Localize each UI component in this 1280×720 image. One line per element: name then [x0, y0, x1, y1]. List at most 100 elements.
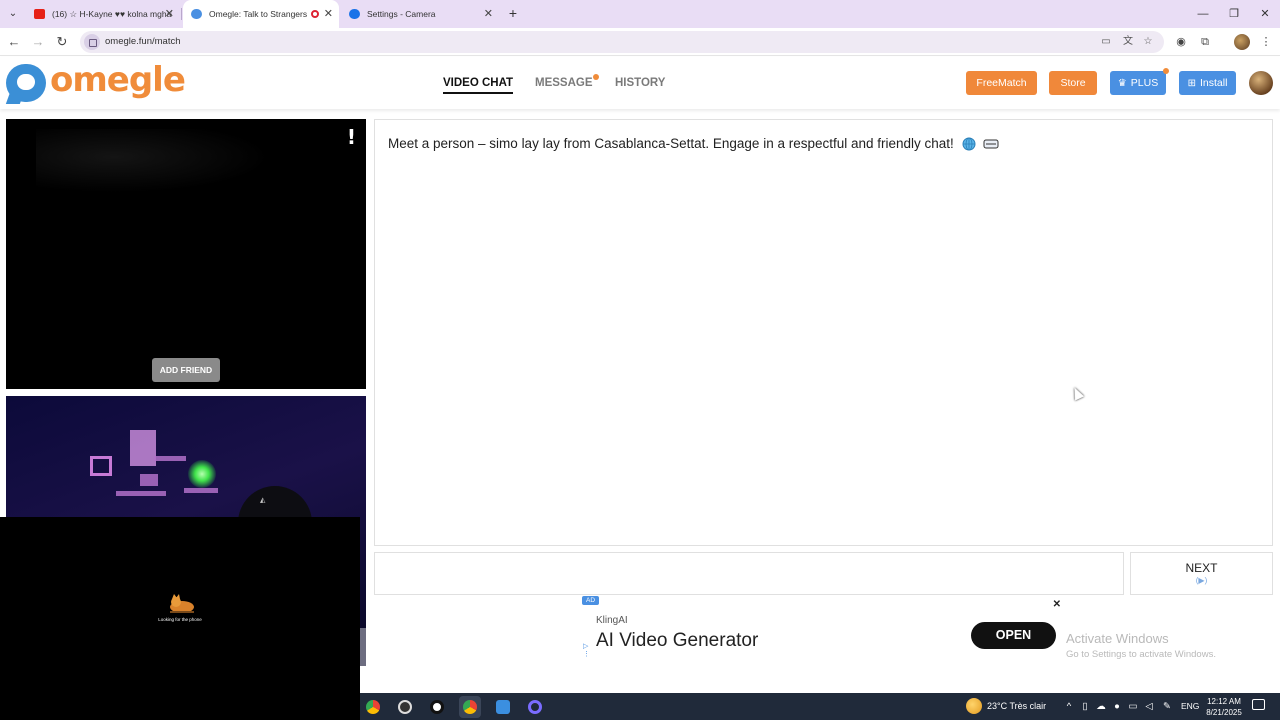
store-label: Store	[1060, 77, 1086, 89]
ad-brand: KlingAI	[596, 615, 628, 626]
bookmark-star-icon[interactable]: ☆	[1140, 34, 1156, 50]
next-button[interactable]: NEXT (▶)	[1130, 552, 1273, 595]
tray-pen-icon[interactable]: ✎	[1160, 693, 1174, 720]
tray-mic-icon[interactable]: ●	[1110, 693, 1124, 720]
minimize-button[interactable]: —	[1187, 0, 1219, 28]
wall-shelf-shape	[116, 491, 166, 496]
taskbar-cortana-app[interactable]	[524, 696, 546, 718]
settings-gear-icon	[349, 9, 360, 19]
chat-log[interactable]: Meet a person – simo lay lay from Casabl…	[374, 119, 1273, 546]
ad-body[interactable]: KlingAI AI Video Generator ▷ ⋮ OPEN	[582, 606, 1066, 664]
new-tab-button[interactable]: +	[505, 4, 521, 22]
nav-history[interactable]: HISTORY	[615, 57, 665, 109]
clock-time: 12:12 AM	[1207, 697, 1241, 706]
back-button[interactable]: ←	[4, 32, 24, 52]
wall-shelf-shape	[90, 456, 112, 476]
taskbar-overlay-region	[0, 693, 360, 720]
close-tab-icon[interactable]: ✕	[165, 0, 174, 28]
plus-button[interactable]: ♛ PLUS	[1110, 68, 1169, 95]
tab-omegle[interactable]: Omegle: Talk to Strangers v ✕	[183, 0, 339, 28]
reload-button[interactable]: ↻	[52, 32, 72, 52]
circle-app-icon	[528, 700, 542, 714]
notification-dot	[1163, 68, 1169, 74]
tray-volume-icon[interactable]: ◁	[1142, 693, 1156, 720]
restore-button[interactable]: ❐	[1218, 0, 1250, 28]
crown-icon: ♛	[1117, 78, 1127, 89]
wall-shelf-shape	[140, 474, 158, 486]
tray-device-icon[interactable]: ▯	[1078, 693, 1092, 720]
stranger-video: ! ADD FRIEND	[6, 119, 366, 389]
extension-puzzle-alt-icon[interactable]: ◉	[1173, 34, 1189, 50]
taskbar-chrome-active-app[interactable]	[459, 696, 481, 718]
url-text: omegle.fun/match	[105, 36, 181, 47]
report-exclamation-icon[interactable]: !	[347, 125, 356, 149]
taskbar-clock[interactable]: 12:12 AM 8/21/2025	[1200, 696, 1248, 718]
download-icon: ⊞	[1187, 78, 1196, 89]
nav-label: HISTORY	[615, 77, 666, 89]
site-info-icon[interactable]	[84, 34, 100, 50]
notification-center-icon[interactable]	[1252, 699, 1265, 710]
tab-separator	[181, 8, 182, 20]
close-tab-icon[interactable]: ✕	[484, 0, 493, 28]
menu-kebab-icon[interactable]: ⋮	[1258, 34, 1274, 50]
looking-status-text: Looking for the phone	[158, 617, 202, 622]
wall-shelf-shape	[184, 488, 218, 493]
ad-badge: AD	[582, 596, 600, 605]
system-message: Meet a person – simo lay lay from Casabl…	[388, 136, 999, 151]
add-friend-button[interactable]: ADD FRIEND	[152, 358, 220, 382]
ad-close-icon[interactable]: ✕	[1053, 599, 1061, 610]
close-window-button[interactable]: ✕	[1249, 0, 1280, 28]
youtube-icon	[34, 9, 45, 19]
tray-network-icon[interactable]: ▭	[1126, 693, 1140, 720]
overlay-edge-strip	[360, 628, 366, 666]
wall-shelf-shape	[154, 456, 186, 461]
translate-icon[interactable]: 文	[1120, 34, 1136, 50]
profile-avatar[interactable]	[1234, 34, 1250, 50]
tab-youtube[interactable]: (16) ☆ H-Kayne ♥♥ kolna mghal ✕	[26, 0, 180, 28]
wall-frame-shape	[130, 430, 156, 466]
ad-choices-icon[interactable]: ▷ ⋮	[583, 642, 590, 658]
extensions-icon[interactable]: ⧉	[1197, 34, 1213, 50]
plus-label: PLUS	[1130, 77, 1159, 89]
green-light-shape	[188, 460, 216, 488]
nav-label: VIDEO CHAT	[443, 77, 514, 94]
address-bar[interactable]: omegle.fun/match ▭ 文 ☆	[80, 31, 1164, 53]
obs-icon	[430, 700, 444, 714]
close-tab-icon[interactable]: ✕	[324, 0, 333, 28]
cap-logo-icon: ◭	[260, 497, 266, 504]
logo-bubble-tail	[5, 92, 25, 104]
install-label: Install	[1199, 77, 1228, 89]
notification-dot	[592, 74, 599, 80]
taskbar-photos-app[interactable]	[492, 696, 514, 718]
tab-settings-camera[interactable]: Settings - Camera ✕	[341, 0, 499, 28]
user-avatar[interactable]	[1249, 71, 1273, 95]
taskbar-recorder-app[interactable]	[394, 696, 416, 718]
tray-chevron-icon[interactable]: ^	[1062, 693, 1076, 720]
activation-title: Activate Windows	[1066, 631, 1169, 646]
freematch-button[interactable]: FreeMatch	[966, 71, 1037, 95]
forward-button[interactable]: →	[28, 32, 48, 52]
activation-subtitle: Go to Settings to activate Windows.	[1066, 649, 1216, 660]
nav-message[interactable]: MESSAGE	[535, 57, 599, 109]
language-indicator[interactable]: ENG	[1181, 693, 1199, 720]
weather-text[interactable]: 23°C Très clair	[987, 693, 1046, 720]
tab-title: Omegle: Talk to Strangers v	[209, 9, 309, 19]
weather-moon-icon[interactable]	[966, 698, 982, 714]
install-button[interactable]: ⊞ Install	[1179, 71, 1236, 95]
chrome-icon	[366, 700, 380, 714]
nav-video-chat[interactable]: VIDEO CHAT	[443, 57, 514, 109]
ad-open-button[interactable]: OPEN	[971, 622, 1056, 649]
taskbar-chrome-app[interactable]	[362, 696, 384, 718]
tray-cloud-icon[interactable]: ☁	[1094, 693, 1108, 720]
handshake-emoji-icon	[983, 139, 999, 149]
cat-loading-icon	[170, 594, 194, 613]
chat-message-input[interactable]	[374, 552, 1124, 595]
ad-banner[interactable]: KlingAI AI Video Generator ▷ ⋮ OPEN AD ✕	[582, 596, 1066, 664]
cast-icon[interactable]: ▭	[1098, 34, 1114, 50]
store-button[interactable]: Store	[1049, 71, 1097, 95]
next-shortcut-hint: (▶)	[1195, 576, 1208, 585]
ad-title: AI Video Generator	[596, 630, 759, 651]
tab-search-chevron-icon[interactable]: ⌄	[4, 5, 22, 23]
recording-icon	[311, 10, 319, 18]
taskbar-obs-app[interactable]	[426, 696, 448, 718]
